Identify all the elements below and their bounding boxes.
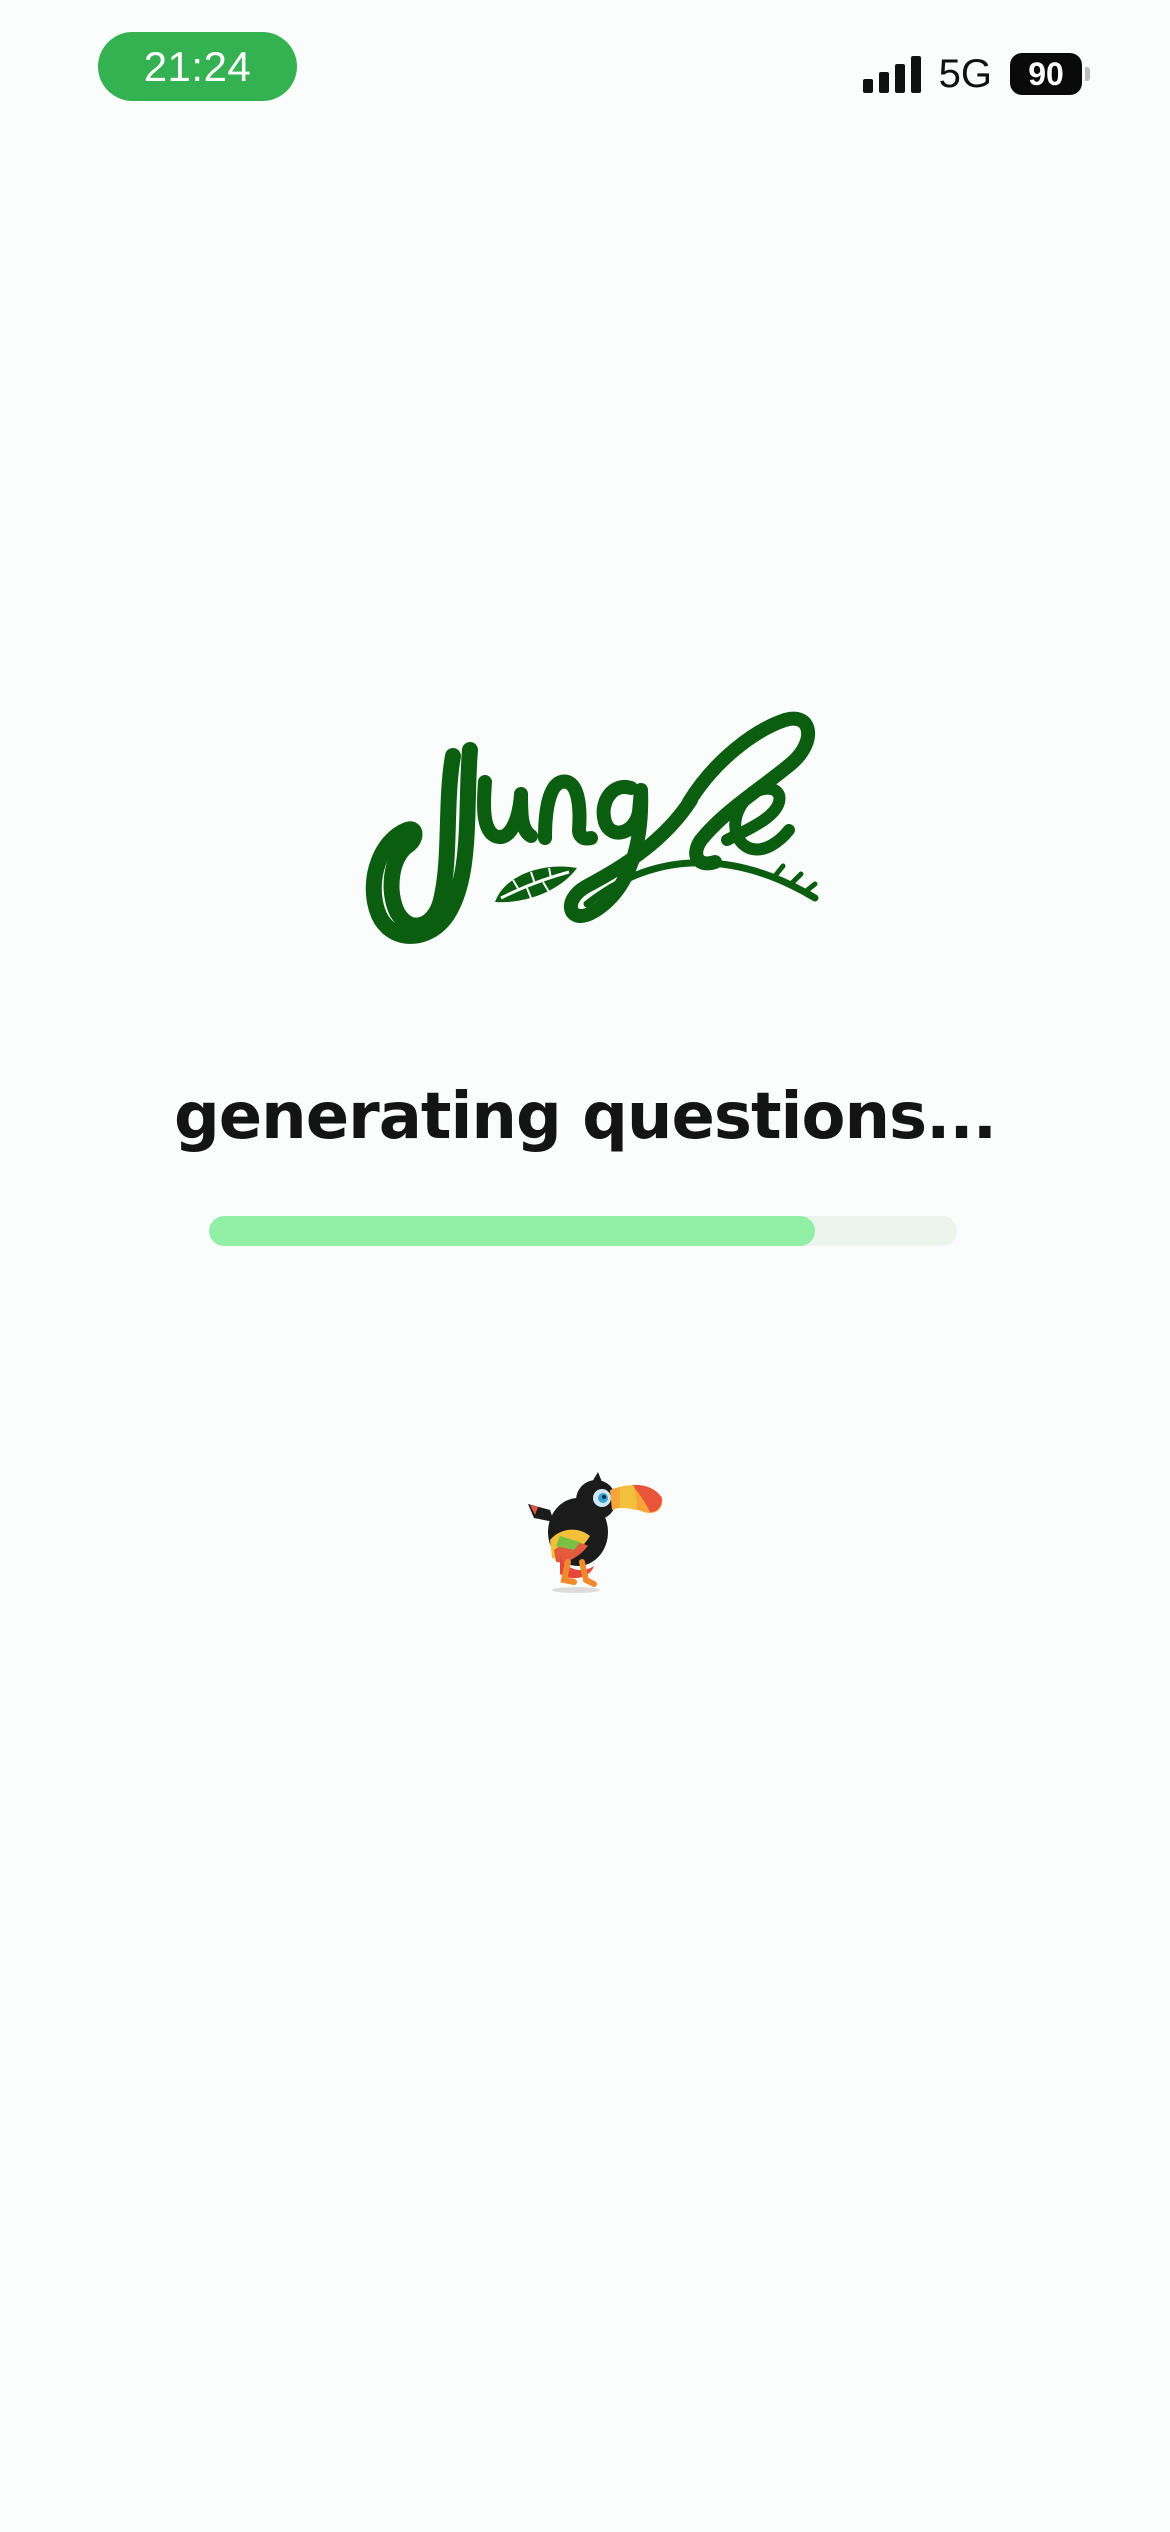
progress-bar-fill [209,1216,815,1246]
leaf-icon [495,866,577,903]
status-bar-right: 5G 90 [862,44,1090,104]
progress-bar [209,1216,957,1246]
status-time: 21:24 [98,32,297,101]
battery-tip [1085,67,1090,81]
network-type: 5G [938,51,992,96]
loading-screen: 21:24 5G 90 generating questions... [0,0,1170,2532]
toucan-mascot-icon [528,1472,663,1593]
jungle-logo [365,711,819,944]
loading-title: generating questions... [173,1080,997,1154]
battery-level: 90 [1010,53,1082,95]
battery-icon: 90 [1010,53,1090,95]
cellular-signal-icon [862,55,921,93]
